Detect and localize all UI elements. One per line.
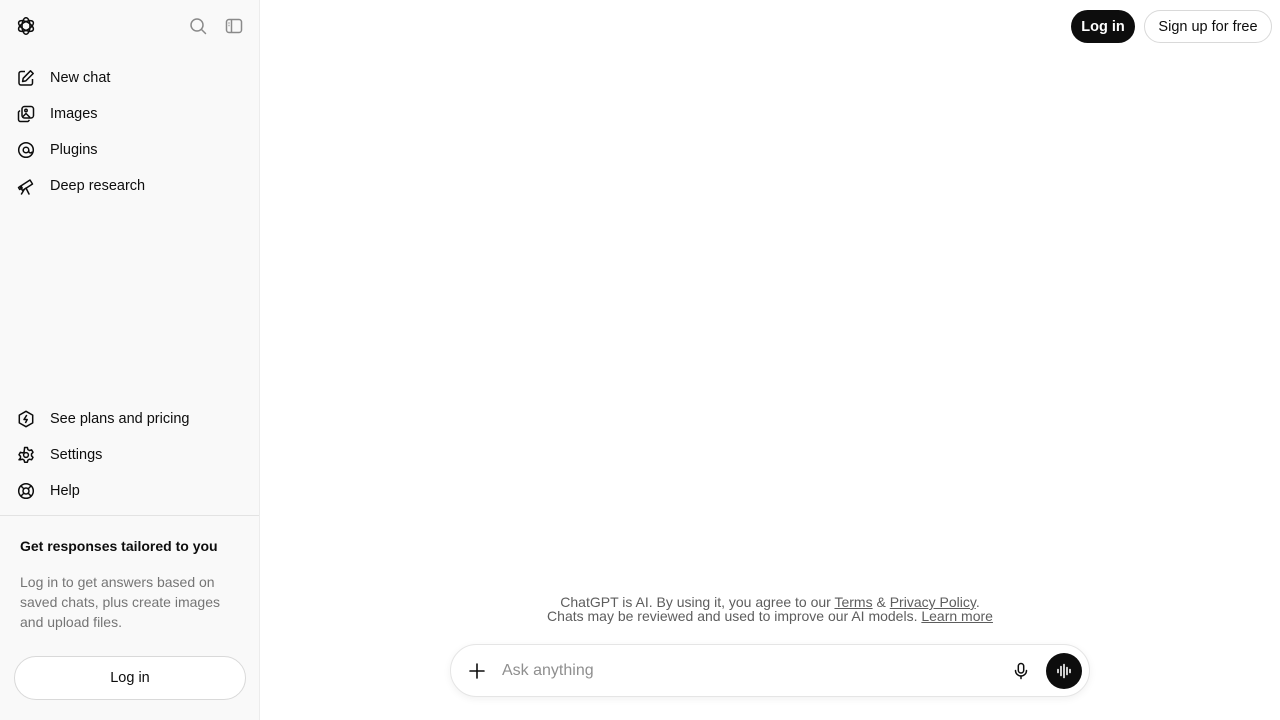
sidebar-secondary-nav: See plans and pricing Settings Help — [8, 401, 251, 509]
message-input[interactable] — [502, 659, 982, 683]
promo-text: Log in to get answers based on saved cha… — [20, 574, 220, 630]
sidebar-divider — [0, 515, 259, 516]
sidebar-item-label: Deep research — [50, 178, 146, 194]
sidebar-item-new-chat[interactable]: New chat — [8, 60, 251, 96]
login-promo: Get responses tailored to you Log in to … — [20, 538, 245, 632]
openai-logo-icon[interactable] — [14, 14, 38, 38]
sidebar-item-label: See plans and pricing — [50, 411, 190, 427]
sidebar: New chat Images Plugins Deep research Se… — [0, 0, 260, 720]
sidebar-item-label: New chat — [50, 70, 111, 86]
voice-mode-button[interactable] — [1046, 653, 1082, 689]
plans-icon — [16, 409, 36, 429]
header-login-button[interactable]: Log in — [1071, 10, 1135, 43]
edit-icon — [16, 68, 36, 88]
sidebar-item-deep-research[interactable]: Deep research — [8, 168, 251, 204]
telescope-icon — [16, 176, 36, 196]
sidebar-item-label: Plugins — [50, 142, 98, 158]
header-signup-button[interactable]: Sign up for free — [1144, 10, 1272, 43]
search-icon[interactable] — [186, 14, 210, 38]
sidebar-primary-nav: New chat Images Plugins Deep research — [8, 60, 251, 204]
sidebar-item-help[interactable]: Help — [8, 473, 251, 509]
disclaimer-text: Chats may be reviewed and used to improv… — [547, 608, 922, 624]
sidebar-item-settings[interactable]: Settings — [8, 437, 251, 473]
sidebar-item-plugins[interactable]: Plugins — [8, 132, 251, 168]
sidebar-header — [0, 0, 259, 52]
disclaimer-line-1: ChatGPT is AI. By using it, you agree to… — [260, 595, 1280, 609]
sidebar-toggle-icon[interactable] — [222, 14, 246, 38]
sidebar-item-images[interactable]: Images — [8, 96, 251, 132]
help-icon — [16, 481, 36, 501]
sidebar-item-label: Help — [50, 483, 80, 499]
app: New chat Images Plugins Deep research Se… — [0, 0, 1280, 720]
plus-icon[interactable] — [465, 659, 489, 683]
sidebar-login-button[interactable]: Log in — [14, 656, 246, 700]
learn-more-link[interactable]: Learn more — [921, 608, 993, 624]
disclaimer-line-2: Chats may be reviewed and used to improv… — [260, 609, 1280, 623]
promo-title: Get responses tailored to you — [20, 538, 218, 554]
composer — [450, 644, 1090, 697]
disclaimer: ChatGPT is AI. By using it, you agree to… — [260, 595, 1280, 623]
voice-waveform-icon — [1057, 663, 1071, 679]
main-area: Log in Sign up for free ChatGPT is AI. B… — [260, 0, 1280, 720]
gear-icon — [16, 445, 36, 465]
images-icon — [16, 104, 36, 124]
sidebar-item-label: Images — [50, 106, 98, 122]
microphone-icon[interactable] — [1009, 659, 1033, 683]
sidebar-item-plans[interactable]: See plans and pricing — [8, 401, 251, 437]
plugins-icon — [16, 140, 36, 160]
sidebar-item-label: Settings — [50, 447, 103, 463]
